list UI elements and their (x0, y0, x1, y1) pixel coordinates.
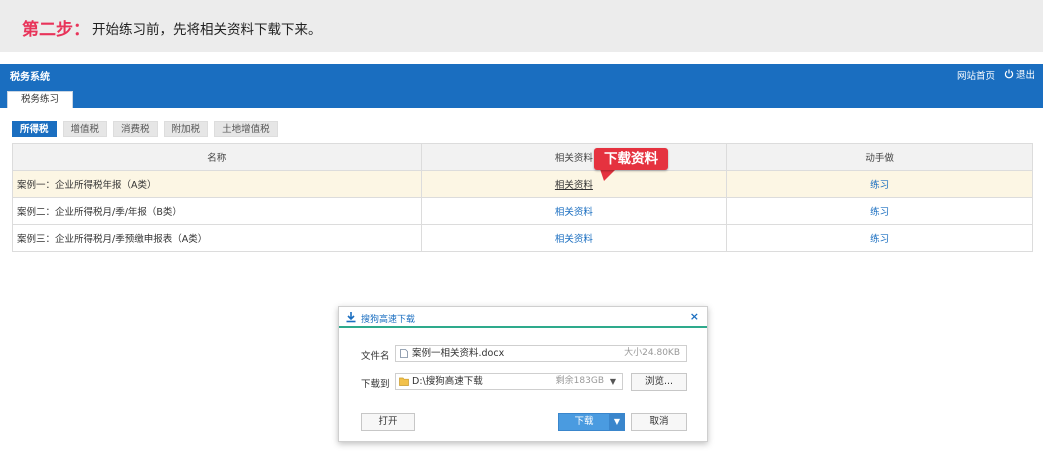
dialog-title: 搜狗高速下载 (361, 315, 416, 325)
filename-label: 文件名 (361, 351, 390, 362)
file-size: 大小24.80KB (624, 348, 680, 358)
table-row: 案例一：企业所得税年报（A类） 相关资料 练习 (12, 170, 1033, 198)
step-label: 第二步： (22, 20, 90, 40)
app-header: 税务系统 网站首页 退出 (0, 64, 1043, 86)
download-callout: 下载资料 (594, 148, 668, 170)
case-name: 案例三：企业所得税月/季预缴申报表（A类） (12, 224, 422, 252)
document-icon (400, 349, 408, 358)
tab-consumption-tax[interactable]: 消费税 (113, 121, 158, 137)
tab-surcharge[interactable]: 附加税 (163, 121, 209, 137)
home-link[interactable]: 网站首页 (957, 68, 995, 82)
case-name: 案例一：企业所得税年报（A类） (12, 170, 422, 198)
tab-tax-practice[interactable]: 税务练习 (7, 91, 73, 108)
browse-button[interactable]: 浏览... (631, 373, 687, 391)
practice-link[interactable]: 练习 (870, 207, 889, 218)
callout-pointer (600, 169, 616, 181)
dialog-header: 搜狗高速下载 × (339, 307, 707, 328)
tax-category-tabs: 所得税 增值税 消费税 附加税 土地增值税 (12, 121, 278, 137)
cancel-button[interactable]: 取消 (631, 413, 687, 431)
download-dialog: 搜狗高速下载 × 文件名 案例一相关资料.docx 大小24.80KB 下载到 … (338, 306, 708, 442)
tab-vat[interactable]: 增值税 (62, 121, 108, 137)
tab-income-tax[interactable]: 所得税 (12, 121, 57, 137)
table-header-row: 名称 相关资料 动手做 (12, 143, 1033, 171)
practice-link[interactable]: 练习 (870, 180, 889, 191)
material-link[interactable]: 相关资料 (555, 180, 593, 191)
table-row: 案例二：企业所得税月/季/年报（B类） 相关资料 练习 (12, 197, 1033, 225)
practice-link[interactable]: 练习 (870, 234, 889, 245)
column-header-practice: 动手做 (726, 143, 1033, 171)
download-options-chevron-icon[interactable]: ▼ (609, 413, 625, 431)
column-header-name: 名称 (12, 143, 422, 171)
save-to-label: 下载到 (361, 379, 390, 390)
tab-land-vat[interactable]: 土地增值税 (214, 121, 278, 137)
subnav: 税务练习 (0, 86, 1043, 108)
column-header-material: 相关资料 (420, 143, 728, 171)
logout-button[interactable]: 退出 (1004, 67, 1035, 81)
power-icon (1004, 69, 1014, 79)
filename-field[interactable]: 案例一相关资料.docx 大小24.80KB (395, 345, 687, 362)
app-title: 税务系统 (10, 72, 50, 83)
save-path-value: D:\搜狗高速下载 (412, 376, 483, 387)
close-icon[interactable]: × (690, 310, 699, 323)
material-link[interactable]: 相关资料 (555, 207, 593, 218)
download-button[interactable]: 下载 (558, 413, 610, 431)
folder-icon (399, 377, 409, 386)
case-table: 名称 相关资料 动手做 案例一：企业所得税年报（A类） 相关资料 练习 案例二：… (12, 143, 1033, 252)
chevron-down-icon[interactable]: ▼ (610, 374, 616, 389)
open-button[interactable]: 打开 (361, 413, 415, 431)
table-row: 案例三：企业所得税月/季预缴申报表（A类） 相关资料 练习 (12, 224, 1033, 252)
logout-label: 退出 (1015, 70, 1035, 81)
material-link[interactable]: 相关资料 (555, 234, 593, 245)
step-banner: 第二步： 开始练习前，先将相关资料下载下来。 (0, 0, 1043, 52)
case-name: 案例二：企业所得税月/季/年报（B类） (12, 197, 422, 225)
save-path-field[interactable]: D:\搜狗高速下载 剩余183GB ▼ (395, 373, 623, 390)
filename-value: 案例一相关资料.docx (412, 348, 505, 359)
download-icon (346, 312, 356, 323)
free-space: 剩余183GB (555, 376, 604, 386)
step-instruction: 开始练习前，先将相关资料下载下来。 (92, 22, 322, 38)
